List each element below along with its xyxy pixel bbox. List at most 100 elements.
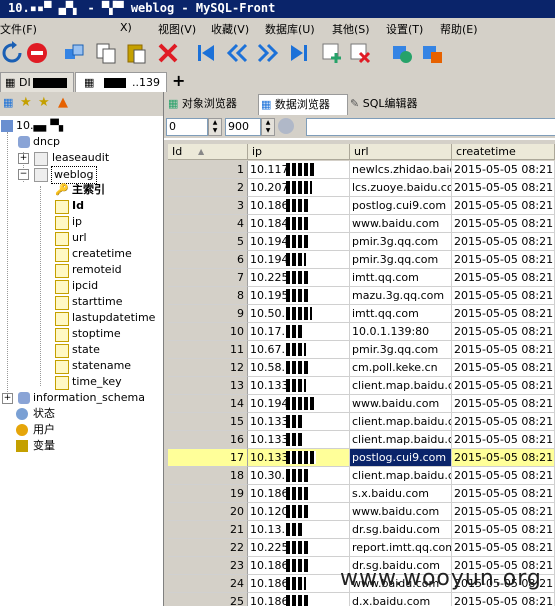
table-cell-url[interactable]: client.map.baidu.cor xyxy=(350,377,452,395)
table-cell-url[interactable]: cm.poll.keke.cn xyxy=(350,359,452,377)
table-row[interactable]: 5 10.194 pmir.3g.qq.com 2015-05-05 08:21:26 xyxy=(164,233,555,251)
table-cell-id[interactable]: 7 xyxy=(168,269,248,287)
table-row[interactable]: 6 10.194 pmir.3g.qq.com 2015-05-05 08:21:26 xyxy=(164,251,555,269)
organize-favorites-icon[interactable]: ▲ xyxy=(58,95,68,110)
table-cell-ip[interactable]: 10.30. xyxy=(248,467,350,485)
paste-icon[interactable] xyxy=(124,41,148,65)
table-row[interactable]: 7 10.225 imtt.qq.com 2015-05-05 08:21:27 xyxy=(164,269,555,287)
table-cell-id[interactable]: 17 xyxy=(168,449,248,467)
table-cell-createtime[interactable]: 2015-05-05 08:21:27 xyxy=(452,413,555,431)
table-cell-ip[interactable]: 10.207 xyxy=(248,179,350,197)
table-cell-url[interactable]: client.map.baidu.cor xyxy=(350,467,452,485)
table-cell-createtime[interactable]: 2015-05-05 08:21:27 xyxy=(452,269,555,287)
table-cell-id[interactable]: 16 xyxy=(168,431,248,449)
column-header-ip[interactable]: ip xyxy=(248,144,350,160)
table-cell-url[interactable]: imtt.qq.com xyxy=(350,305,452,323)
table-row[interactable]: 17 10.133 postlog.cui9.com 2015-05-05 08:21… xyxy=(164,449,555,467)
table-cell-ip[interactable]: 10.133 xyxy=(248,413,350,431)
table-cell-url[interactable]: report.imtt.qq.com xyxy=(350,539,452,557)
table-row[interactable]: 16 10.133 client.map.baidu.cor2015-05-05 0… xyxy=(164,431,555,449)
filter-icon[interactable] xyxy=(278,118,294,134)
stop-icon[interactable] xyxy=(25,41,49,65)
table-cell-createtime[interactable]: 2015-05-05 08:21:26 xyxy=(452,233,555,251)
expand-icon[interactable]: + xyxy=(2,393,13,404)
menu-edit[interactable]: X) xyxy=(120,21,132,34)
table-cell-url[interactable]: imtt.qq.com xyxy=(350,269,452,287)
table-cell-createtime[interactable]: 2015-05-05 08:21:28 xyxy=(452,485,555,503)
table-cell-id[interactable]: 5 xyxy=(168,233,248,251)
tab-sql-editor[interactable]: ✎ SQL编辑器 xyxy=(350,94,434,114)
table-cell-url[interactable]: www.baidu.com xyxy=(350,503,452,521)
table-cell-id[interactable]: 12 xyxy=(168,359,248,377)
table-cell-ip[interactable]: 10.186 xyxy=(248,557,350,575)
table-cell-createtime[interactable]: 2015-05-05 08:21:26 xyxy=(452,215,555,233)
table-cell-ip[interactable]: 10.186 xyxy=(248,485,350,503)
table-cell-id[interactable]: 14 xyxy=(168,395,248,413)
offset-input[interactable]: 0 xyxy=(166,118,208,136)
table-cell-id[interactable]: 20 xyxy=(168,503,248,521)
menu-settings[interactable]: 设置(T) xyxy=(386,21,423,37)
tab-connection-1[interactable]: ▦ DI xyxy=(0,72,74,92)
filter-input[interactable] xyxy=(306,118,555,136)
table-cell-ip[interactable]: 10.186 xyxy=(248,575,350,593)
refresh-icon[interactable] xyxy=(0,41,24,65)
copy-icon[interactable] xyxy=(94,41,118,65)
table-row[interactable]: 13 10.133 client.map.baidu.cor2015-05-05 0… xyxy=(164,377,555,395)
table-row[interactable]: 20 10.120 www.baidu.com 2015-05-05 08:21:28 xyxy=(164,503,555,521)
table-cell-ip[interactable]: 10.184 xyxy=(248,215,350,233)
last-icon[interactable] xyxy=(287,41,311,65)
table-row[interactable]: 22 10.225 report.imtt.qq.com 2015-05-05 08:… xyxy=(164,539,555,557)
table-cell-ip[interactable]: 10.133 xyxy=(248,449,350,467)
table-row[interactable]: 9 10.50. imtt.qq.com 2015-05-05 08:21:27 xyxy=(164,305,555,323)
table-cell-ip[interactable]: 10.50. xyxy=(248,305,350,323)
table-cell-createtime[interactable]: 2015-05-05 08:21:28 xyxy=(452,539,555,557)
table-row[interactable]: 12 10.58. cm.poll.keke.cn 2015-05-05 08:21:… xyxy=(164,359,555,377)
table-cell-id[interactable]: 13 xyxy=(168,377,248,395)
table-row[interactable]: 25 10.186 d.x.baidu.com 2015-05-05 08:21:28 xyxy=(164,593,555,606)
menu-help[interactable]: 帮助(E) xyxy=(440,21,478,37)
table-row[interactable]: 11 10.67. pmir.3g.qq.com 2015-05-05 08:21:2… xyxy=(164,341,555,359)
table-cell-createtime[interactable]: 2015-05-05 08:21:27 xyxy=(452,359,555,377)
table-cell-ip[interactable]: 10.186 xyxy=(248,593,350,606)
table-cell-id[interactable]: 9 xyxy=(168,305,248,323)
table-row[interactable]: 14 10.194 www.baidu.com 2015-05-05 08:21:27 xyxy=(164,395,555,413)
table-cell-id[interactable]: 3 xyxy=(168,197,248,215)
table-cell-id[interactable]: 10 xyxy=(168,323,248,341)
menu-database[interactable]: 数据库(U) xyxy=(265,21,315,37)
limit-stepper[interactable]: ▲ ▼ xyxy=(261,118,275,136)
table-cell-createtime[interactable]: 2015-05-05 08:21:27 xyxy=(452,323,555,341)
new-tab-button[interactable]: + xyxy=(172,71,185,90)
table-row[interactable]: 21 10.13. dr.sg.baidu.com 2015-05-05 08:21:… xyxy=(164,521,555,539)
table-cell-id[interactable]: 25 xyxy=(168,593,248,606)
table-row[interactable]: 10 10.17. 10.0.1.139:80 2015-05-05 08:21:27 xyxy=(164,323,555,341)
table-cell-createtime[interactable]: 2015-05-05 08:21:26 xyxy=(452,179,555,197)
expand-icon[interactable]: + xyxy=(18,153,29,164)
offset-stepper[interactable]: ▲ ▼ xyxy=(208,118,222,136)
table-cell-ip[interactable]: 10.225 xyxy=(248,269,350,287)
table-cell-ip[interactable]: 10.120 xyxy=(248,503,350,521)
table-cell-ip[interactable]: 10.225 xyxy=(248,539,350,557)
table-cell-createtime[interactable]: 2015-05-05 08:21:27 xyxy=(452,287,555,305)
table-cell-ip[interactable]: 10.58. xyxy=(248,359,350,377)
table-cell-id[interactable]: 2 xyxy=(168,179,248,197)
table-cell-url[interactable]: lcs.zuoye.baidu.com xyxy=(350,179,452,197)
table-row[interactable]: 18 10.30. client.map.baidu.cor2015-05-05 0… xyxy=(164,467,555,485)
rollback-icon[interactable] xyxy=(420,41,444,65)
table-cell-createtime[interactable]: 2015-05-05 08:21:27 xyxy=(452,449,555,467)
table-cell-url[interactable]: dr.sg.baidu.com xyxy=(350,521,452,539)
table-cell-createtime[interactable]: 2015-05-05 08:21:27 xyxy=(452,395,555,413)
table-row[interactable]: 2 10.207 lcs.zuoye.baidu.com2015-05-05 08:… xyxy=(164,179,555,197)
table-row[interactable]: 8 10.195 mazu.3g.qq.com 2015-05-05 08:21:27 xyxy=(164,287,555,305)
table-cell-ip[interactable]: 10.117 xyxy=(248,161,350,179)
column-header-url[interactable]: url xyxy=(350,144,452,160)
menu-view[interactable]: 视图(V) xyxy=(158,21,196,37)
table-cell-ip[interactable]: 10.133 xyxy=(248,431,350,449)
prev-page-icon[interactable] xyxy=(225,41,249,65)
delete-icon[interactable] xyxy=(156,41,180,65)
table-cell-ip[interactable]: 10.133 xyxy=(248,377,350,395)
menu-favorites[interactable]: 收藏(V) xyxy=(211,21,249,37)
table-cell-url[interactable]: pmir.3g.qq.com xyxy=(350,251,452,269)
table-cell-createtime[interactable]: 2015-05-05 08:21:27 xyxy=(452,431,555,449)
table-cell-id[interactable]: 22 xyxy=(168,539,248,557)
table-cell-url[interactable]: pmir.3g.qq.com xyxy=(350,233,452,251)
